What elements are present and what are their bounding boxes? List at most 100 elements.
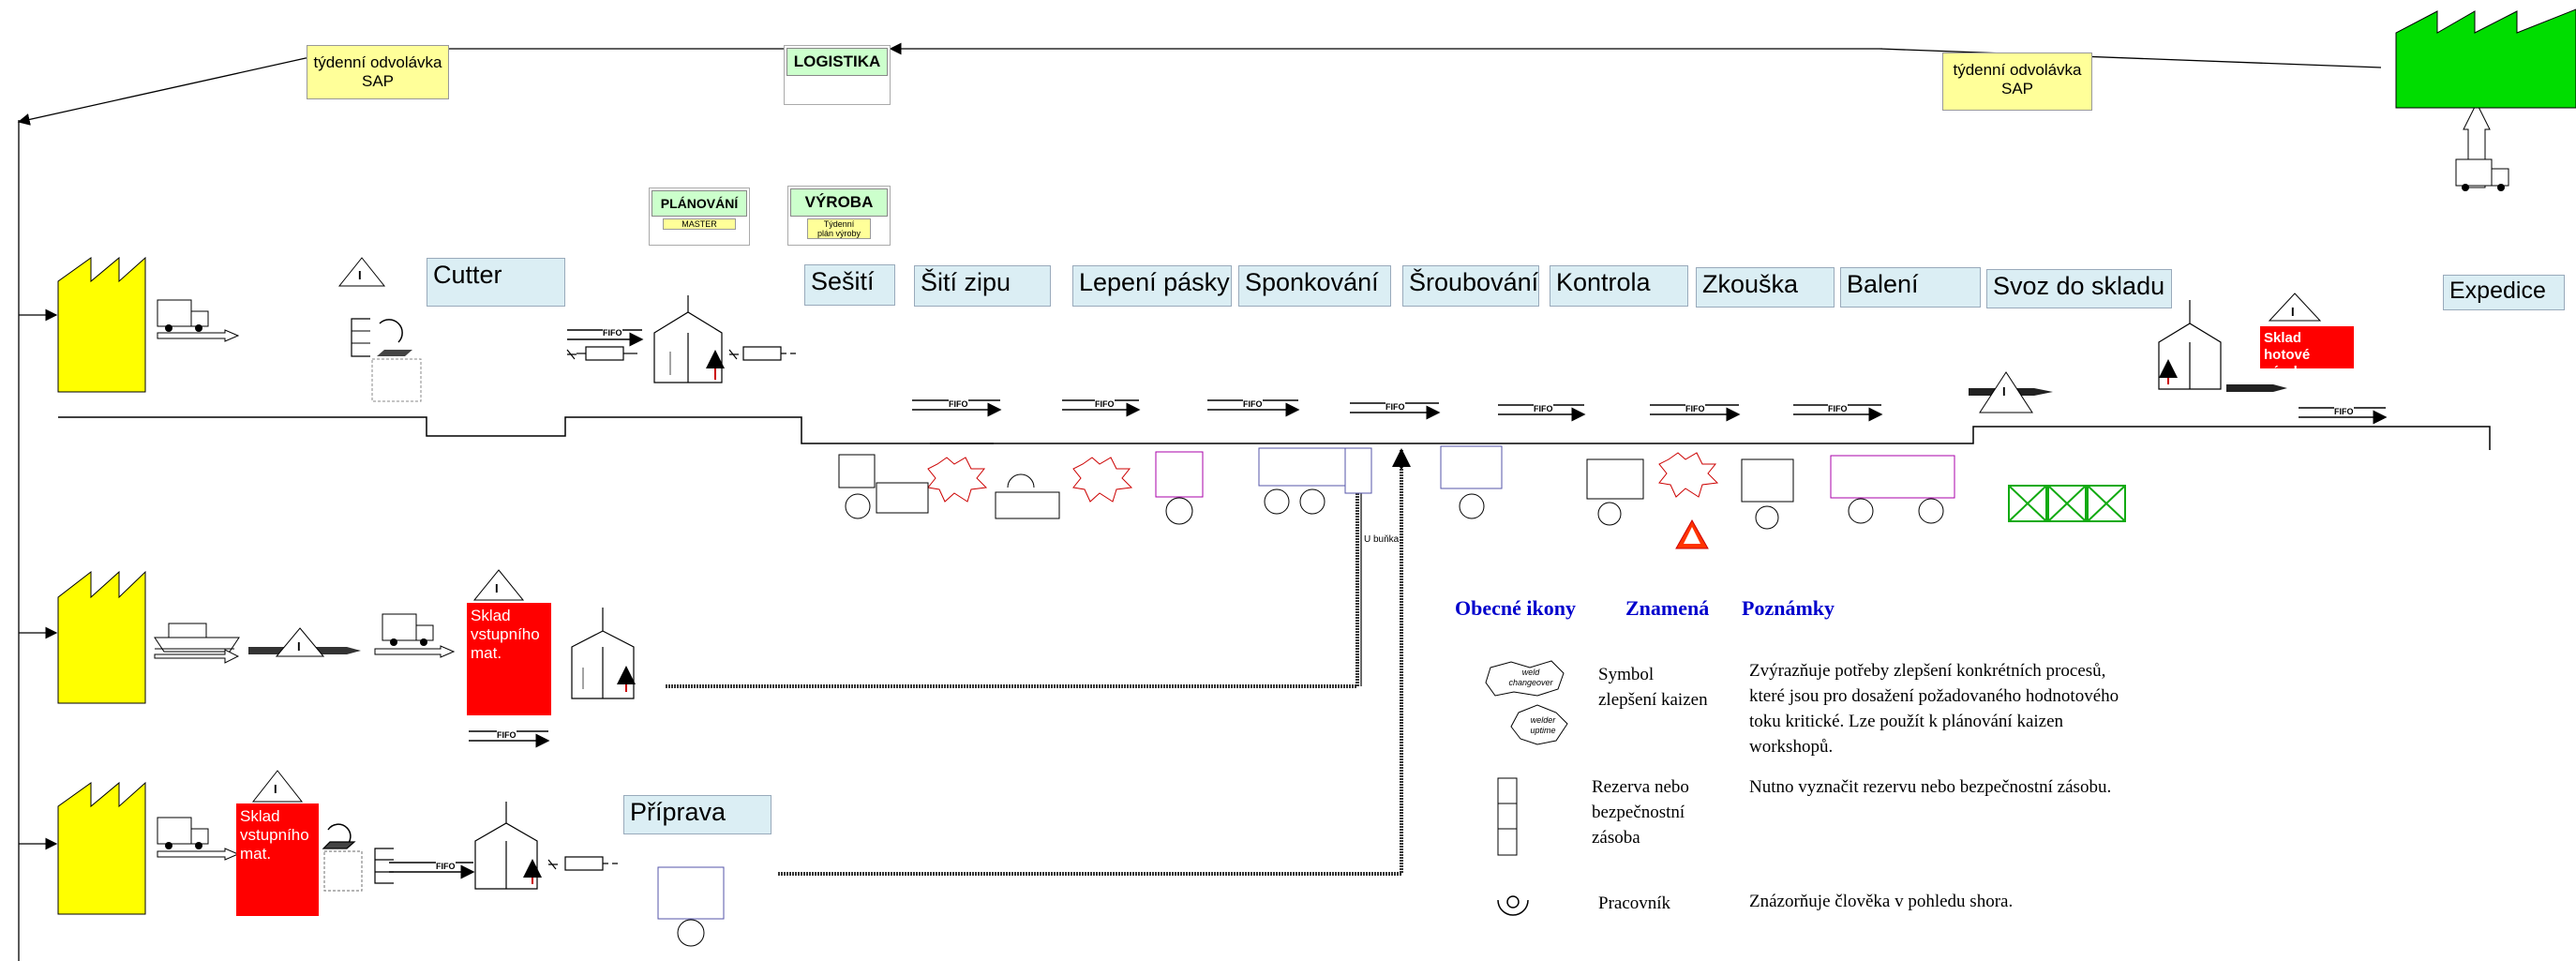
stock-line: vstupního (471, 625, 540, 643)
supermarket-icon-4 (474, 802, 542, 890)
truck-icon-2 (374, 613, 456, 658)
stock-input-material-2[interactable]: Sklad vstupního mat. (236, 803, 319, 916)
kaizen-burst-icon-3 (1658, 452, 1719, 498)
legend-header-icons: Obecné ikony (1455, 596, 1576, 620)
logistika-box[interactable]: LOGISTIKA (784, 45, 891, 105)
fifo-label: FIFO (1534, 404, 1553, 413)
legend-line: toku kritické. Lze použít k plánování ka… (1749, 712, 2064, 731)
kaizen-text: welder (1530, 715, 1556, 725)
inventory-label: I (297, 639, 301, 653)
stock-finished-goods[interactable]: Sklad hotové výroby (2260, 326, 2354, 380)
fifo-label: FIFO (497, 730, 517, 740)
legend-meaning-operator: Pracovník (1598, 891, 1670, 916)
planovani-label: PLÁNOVÁNÍ (651, 190, 747, 217)
fifo-label: FIFO (1828, 404, 1848, 413)
legend-kaizen-text: weld changeover (1498, 668, 1564, 688)
weekly-order-note-right: týdenní odvolávka SAP (1942, 53, 2092, 111)
legend-line: Rezerva nebo (1592, 777, 1689, 797)
withdrawal-line-row3 (778, 450, 1403, 876)
fifo-label: FIFO (436, 862, 456, 871)
process-line-6[interactable]: Kontrola (1550, 265, 1688, 307)
legend-line: Zvýrazňuje potřeby zlepšení konkrétních … (1749, 661, 2106, 681)
stock-line: mat. (240, 845, 272, 863)
info-flow-right (889, 42, 2382, 68)
stock-input-material-1[interactable]: Sklad vstupního mat. (467, 603, 551, 715)
legend-note-kaizen: Zvýrazňuje potřeby zlepšení konkrétních … (1749, 658, 2119, 759)
stock-line: Sklad (240, 807, 280, 825)
process-line-5[interactable]: Šroubování (1402, 265, 1539, 307)
operator-icon (1497, 895, 1529, 916)
u-cell-label: U buňka (1364, 534, 1400, 545)
supplier-factory-icon-2 (57, 570, 146, 704)
vyroba-label: VÝROBA (790, 188, 888, 217)
legend-kaizen-text-2: welder uptime (1520, 715, 1565, 736)
master-label: MASTER (663, 218, 736, 230)
legend-note-operator: Znázorňuje člověka v pohledu shora. (1749, 889, 2013, 914)
legend-line: Pracovník (1598, 893, 1671, 913)
process-line-2[interactable]: Šití zipu (914, 265, 1051, 307)
fifo-label: FIFO (1095, 399, 1115, 409)
inventory-label: I (2291, 305, 2295, 319)
process-line-4[interactable]: Sponkování (1238, 265, 1391, 307)
legend-line: zlepšení kaizen (1598, 690, 1708, 710)
supplier-factory-icon-3 (57, 781, 146, 915)
legend-line: Nutno vyznačit rezervu nebo bezpečnostní… (1749, 777, 2112, 797)
legend-line: zásoba (1592, 828, 1640, 848)
legend-line: Symbol (1598, 665, 1655, 684)
weekly-order-note-left: týdenní odvolávka SAP (307, 45, 449, 99)
inventory-label: I (274, 782, 277, 796)
process-priprava[interactable]: Příprava (623, 795, 771, 834)
fifo-label: FIFO (1685, 404, 1705, 413)
fifo-label: FIFO (2334, 407, 2354, 416)
legend-line: workshopů. (1749, 737, 1834, 757)
process-cutter[interactable]: Cutter (427, 258, 565, 307)
weekly-plan-label: Týdenní plán výroby (807, 218, 871, 239)
legend-line: které jsou pro dosažení požadovaného hod… (1749, 686, 2119, 706)
shipping-truck-icon (2455, 101, 2509, 191)
flow-lines (17, 8, 2576, 961)
kaizen-burst-icon-2 (1072, 457, 1133, 503)
fifo-label: FIFO (603, 328, 622, 338)
info-flow-left (17, 48, 888, 126)
fifo-label: FIFO (1385, 402, 1405, 412)
inventory-label: I (2002, 384, 2006, 398)
stock-line: Sklad hotové (2264, 330, 2311, 363)
plan-line: Týdenní (823, 219, 855, 229)
process-expedice[interactable]: Expedice (2443, 275, 2565, 310)
process-line-1[interactable]: Sešití (804, 264, 895, 306)
note-line: týdenní odvolávka (1953, 61, 2082, 79)
process-line-3[interactable]: Lepení pásky (1072, 265, 1232, 307)
supermarket-icon-3 (571, 608, 636, 699)
stock-line: mat. (471, 644, 502, 662)
legend-line: bezpečnostní (1592, 803, 1685, 822)
legend-meaning-kaizen: Symbol zlepšení kaizen (1598, 662, 1708, 713)
plan-line: plán výroby (816, 229, 861, 238)
logistika-label: LOGISTIKA (786, 48, 888, 76)
inventory-label: I (495, 581, 499, 595)
legend-meaning-buffer: Rezerva nebo bezpečnostní zásoba (1592, 774, 1689, 850)
stock-line: Sklad (471, 607, 511, 624)
legend-note-buffer: Nutno vyznačit rezervu nebo bezpečnostní… (1749, 774, 2111, 800)
legend-header-notes: Poznámky (1742, 596, 1835, 620)
stock-line: výroby (2264, 364, 2311, 380)
production-baseline (58, 416, 2491, 450)
planovani-box[interactable]: PLÁNOVÁNÍ MASTER (649, 188, 750, 246)
finished-goods-icon (2008, 485, 2126, 522)
truck-icon-1 (157, 299, 240, 342)
truck-icon-3 (157, 817, 240, 861)
kaizen-text: weld (1521, 668, 1540, 677)
ship-icon (154, 623, 240, 664)
kaizen-burst-icon-1 (927, 457, 988, 503)
fifo-label: FIFO (949, 399, 968, 409)
inventory-label: I (358, 268, 362, 282)
process-line-7[interactable]: Zkouška (1696, 267, 1835, 308)
customer-factory-icon (2395, 8, 2576, 109)
note-line: SAP (2000, 80, 2034, 98)
process-line-8[interactable]: Balení (1840, 267, 1981, 308)
legend-line: Znázorňuje člověka v pohledu shora. (1749, 892, 2014, 911)
legend-header-meaning: Znamená (1625, 596, 1710, 620)
supermarket-icon-1 (653, 295, 725, 383)
note-line: týdenní odvolávka (313, 53, 442, 71)
process-line-9[interactable]: Svoz do skladu (1986, 269, 2172, 308)
vyroba-box[interactable]: VÝROBA Týdenní plán výroby (787, 186, 891, 246)
